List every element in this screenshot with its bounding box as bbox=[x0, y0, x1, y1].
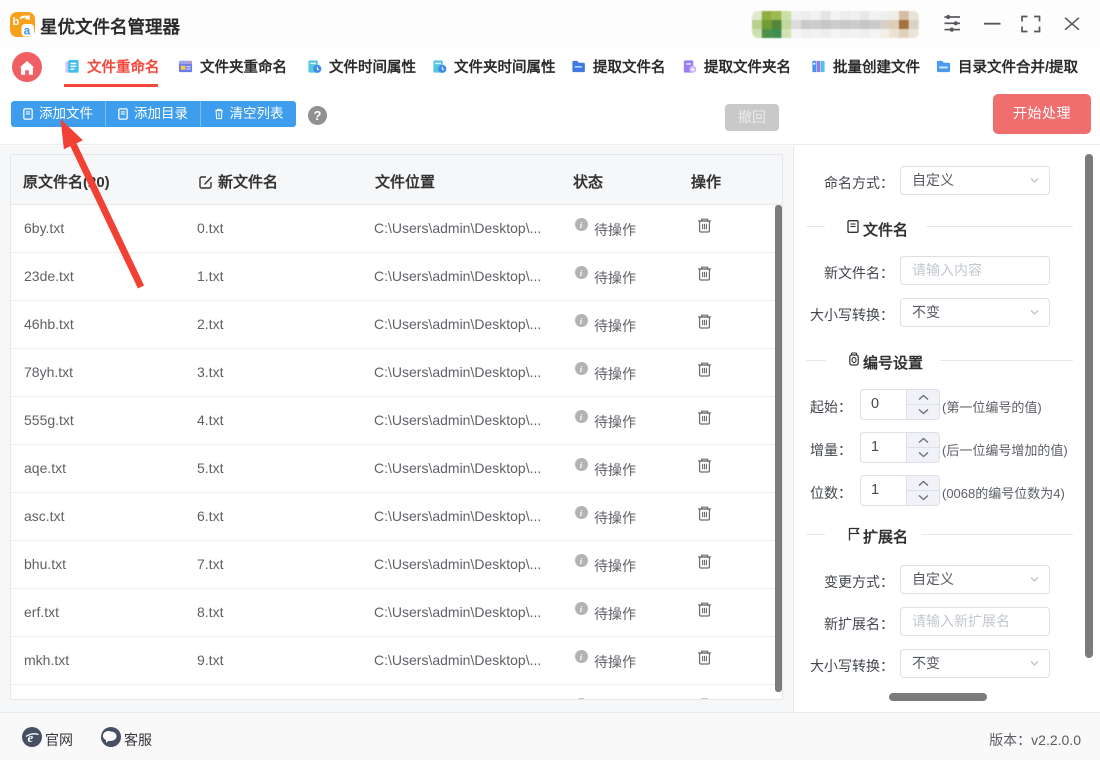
svg-text:e: e bbox=[28, 730, 34, 745]
svg-text:b: b bbox=[13, 16, 20, 28]
svg-text:a: a bbox=[24, 26, 31, 38]
